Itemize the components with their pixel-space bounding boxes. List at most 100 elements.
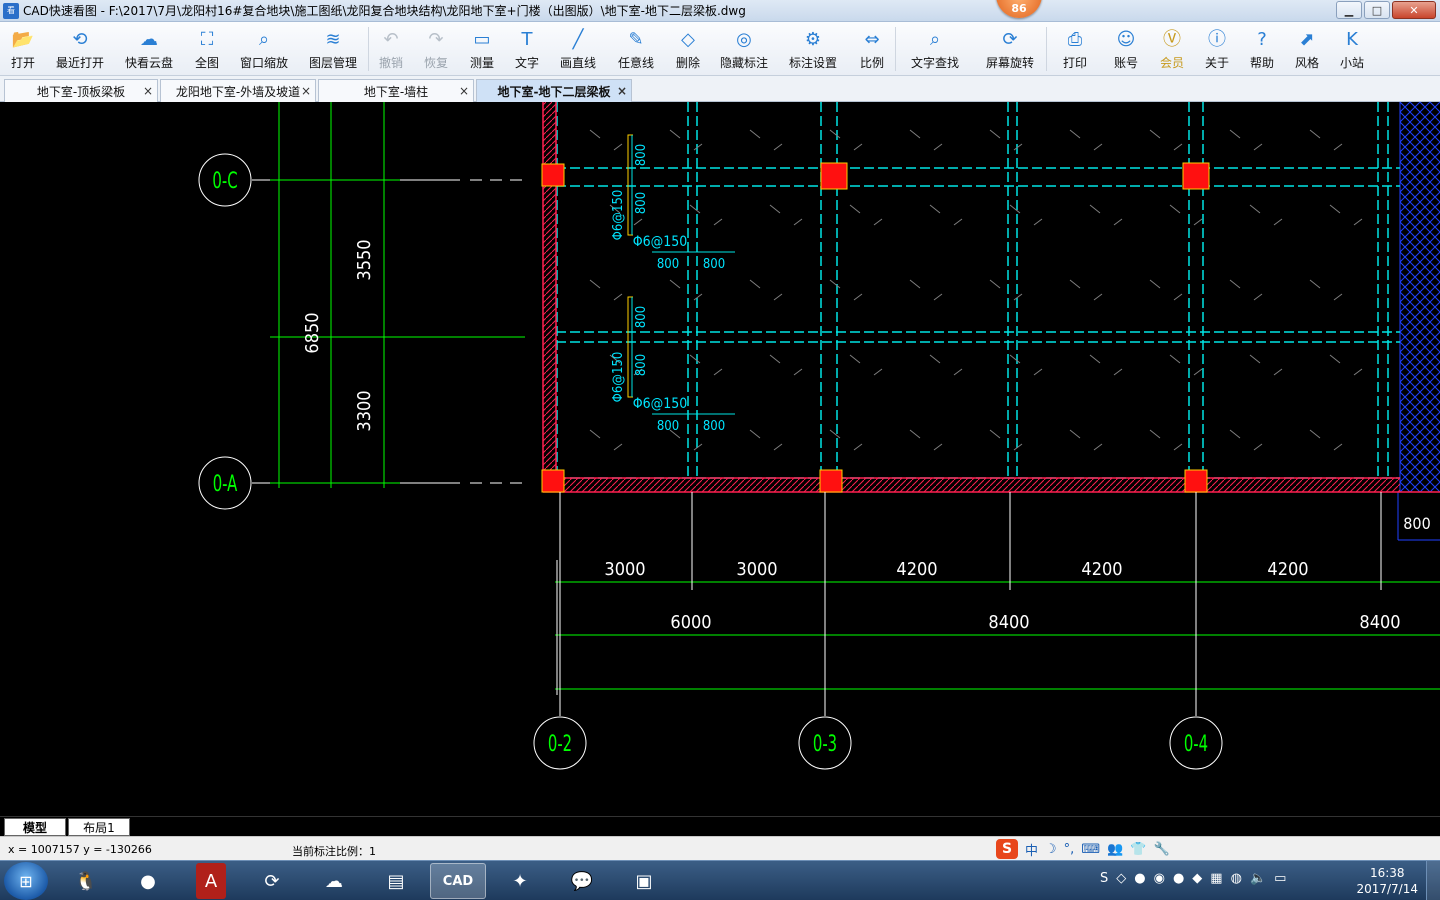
cad-drawing[interactable]: 0-C 0-A 0-2 0-3 0-4 6850 3550 3300 3000 3000 4200 4…: [0, 102, 1440, 816]
toolbar-find-text-button[interactable]: ⌕ 文字查找: [896, 22, 974, 76]
status-bar: x = 1007157 y = -130266 当前标注比例：1 S 中 ☽ °…: [0, 836, 1440, 860]
slab-mark: [589, 129, 623, 151]
wechat-icon[interactable]: 💬: [554, 863, 610, 899]
column: [541, 163, 565, 187]
cad-viewer-window: 看 CAD快速看图 - F:\2017\7月\龙阳村16#复合地块\施工图纸\龙…: [0, 0, 1440, 900]
toolbar-style-button[interactable]: ⬈ 风格: [1285, 22, 1329, 76]
toolbar-rotate-button[interactable]: ⟳ 屏幕旋转: [974, 22, 1046, 76]
tab-exterior-wall-ramp[interactable]: 龙阳地下室-外墙及坡道 ×: [160, 79, 316, 102]
qq-penguin-icon[interactable]: ●: [120, 863, 176, 899]
toolbar-pen-button[interactable]: ✎ 任意线: [607, 22, 665, 76]
toolbar-redo-button[interactable]: ↷ 恢复: [413, 22, 459, 76]
wechat-tray-icon[interactable]: ●: [1134, 871, 1145, 886]
tab-b2-beam-slab[interactable]: 地下室-地下二层梁板 ×: [476, 79, 632, 102]
sogou-tray-icon[interactable]: S: [1100, 871, 1108, 886]
toolbar-ruler-button[interactable]: ▭ 测量: [459, 22, 505, 76]
window-title: CAD快速看图 - F:\2017\7月\龙阳村16#复合地块\施工图纸\龙阳复…: [23, 4, 746, 18]
tab-close-icon[interactable]: ×: [143, 84, 153, 98]
rebar-label: Φ6@150: [633, 396, 688, 412]
ime-toolbar[interactable]: S 中 ☽ °, ⌨ 👥 👕 🔧: [996, 839, 1170, 859]
tab-wall-column[interactable]: 地下室-墙柱 ×: [318, 79, 474, 102]
toolbar-zoom-window-button[interactable]: ⌕ 窗口缩放: [230, 22, 298, 76]
slab-mark: [1249, 354, 1283, 376]
toolbar-undo-button[interactable]: ↶ 撤销: [369, 22, 413, 76]
toolbar-folder-button[interactable]: 📂 打开: [0, 22, 46, 76]
minimize-button[interactable]: ▁: [1336, 1, 1362, 19]
dimension-text: 6000: [670, 612, 711, 633]
qq-icon[interactable]: 🐧: [58, 863, 114, 899]
toolbar-cloud-button[interactable]: ☁ 快看云盘: [114, 22, 184, 76]
baidu-cloud-icon[interactable]: ☁: [306, 863, 362, 899]
ime-punctuation-icon[interactable]: °,: [1064, 842, 1075, 857]
maximize-button[interactable]: □: [1364, 1, 1390, 19]
drawing-canvas[interactable]: 0-C 0-A 0-2 0-3 0-4 6850 3550 3300 3000 3000 4200 4…: [0, 102, 1440, 816]
network-icon[interactable]: ✦: [492, 863, 548, 899]
chrome-tray-icon[interactable]: ◉: [1154, 871, 1165, 886]
toolbar-label: 帮助: [1249, 56, 1274, 70]
toolbar-help-button[interactable]: ? 帮助: [1239, 22, 1285, 76]
show-desktop-button[interactable]: [1426, 861, 1440, 900]
toolbar-fullview-button[interactable]: ⛶ 全图: [184, 22, 230, 76]
rebar-label: Φ6@150: [611, 190, 626, 241]
toolbar-station-button[interactable]: K 小站: [1329, 22, 1375, 76]
toolbar-label: 任意线: [617, 56, 654, 70]
toolbar-user-button[interactable]: ☺ 账号: [1103, 22, 1149, 76]
toolbar-info-button[interactable]: ⓘ 关于: [1195, 22, 1239, 76]
toolbar-layers-button[interactable]: ≋ 图层管理: [298, 22, 368, 76]
hatch-region: [1400, 102, 1440, 492]
qq-tray-icon[interactable]: ●: [1173, 871, 1184, 886]
ime-skin-icon[interactable]: 👕: [1130, 842, 1146, 857]
toolbar-scale-button[interactable]: ⇔ 比例: [849, 22, 895, 76]
ime-tools-icon[interactable]: 🔧: [1153, 842, 1169, 857]
tab-model[interactable]: 模型: [4, 818, 66, 836]
tab-close-icon[interactable]: ×: [617, 84, 627, 98]
toolbar-annotation-settings-button[interactable]: ⚙ 标注设置: [777, 22, 849, 76]
toolbar-label: 隐藏标注: [719, 56, 768, 70]
rebar-label: Φ6@150: [611, 352, 626, 403]
tab-label: 龙阳地下室-外墙及坡道: [175, 84, 301, 99]
network-tray-icon[interactable]: ▦: [1210, 871, 1222, 886]
toolbar-vip-button[interactable]: Ⓥ 会员: [1149, 22, 1195, 76]
structure-layer: [198, 102, 1440, 770]
volume-icon[interactable]: 🔈: [1250, 871, 1266, 886]
ime-halfwidth-icon[interactable]: ☽: [1045, 842, 1057, 857]
tab-close-icon[interactable]: ×: [459, 84, 469, 98]
column: [541, 469, 565, 493]
explorer-icon[interactable]: ▤: [368, 863, 424, 899]
security-tray-icon[interactable]: ◆: [1192, 871, 1202, 886]
toolbar-line-button[interactable]: ╱ 画直线: [549, 22, 607, 76]
toolbar-label: 画直线: [559, 56, 596, 70]
shield-icon[interactable]: ◇: [1116, 871, 1126, 886]
toolbar-history-button[interactable]: ⟲ 最近打开: [46, 22, 114, 76]
ruler-icon: ▭: [473, 29, 491, 50]
cad-taskbar-label: CAD: [442, 873, 474, 889]
toolbar-printer-button[interactable]: ⎙ 打印: [1047, 22, 1103, 76]
close-button[interactable]: ✕: [1392, 1, 1436, 19]
system-clock[interactable]: 16:38 2017/7/14: [1356, 865, 1418, 897]
tab-layout1[interactable]: 布局1: [68, 818, 130, 836]
toolbar-eye-hide-button[interactable]: ◎ 隐藏标注: [711, 22, 777, 76]
rebar-dim: 800: [657, 419, 679, 434]
display-tray-icon[interactable]: ▭: [1274, 871, 1286, 886]
tab-label: 地下室-地下二层梁板: [497, 84, 611, 99]
toolbar-eraser-button[interactable]: ◇ 删除: [665, 22, 711, 76]
app-tray-icon[interactable]: ◍: [1231, 871, 1242, 886]
slab-mark: [929, 204, 963, 226]
toolbar-text-button[interactable]: T 文字: [505, 22, 549, 76]
refresh-icon[interactable]: ⟳: [244, 863, 300, 899]
start-button[interactable]: ⊞: [4, 862, 48, 900]
contacts-icon[interactable]: ▣: [616, 863, 672, 899]
cad-icon[interactable]: CAD: [430, 863, 486, 899]
ime-user-icon[interactable]: 👥: [1107, 842, 1123, 857]
slab-mark: [1169, 354, 1203, 376]
ime-chinese-mode[interactable]: 中: [1025, 840, 1038, 859]
toolbar-label: 文字: [514, 56, 539, 70]
annotation-settings-icon: ⚙: [804, 29, 822, 50]
tab-roof-beam-slab[interactable]: 地下室-顶板梁板 ×: [4, 79, 158, 102]
toolbar-label: 恢复: [423, 56, 448, 70]
sogou-logo-icon[interactable]: S: [996, 839, 1018, 859]
pdf-icon[interactable]: A: [196, 863, 226, 899]
ime-keyboard-icon[interactable]: ⌨: [1081, 842, 1100, 857]
slab-mark: [769, 354, 803, 376]
tab-close-icon[interactable]: ×: [301, 84, 311, 98]
